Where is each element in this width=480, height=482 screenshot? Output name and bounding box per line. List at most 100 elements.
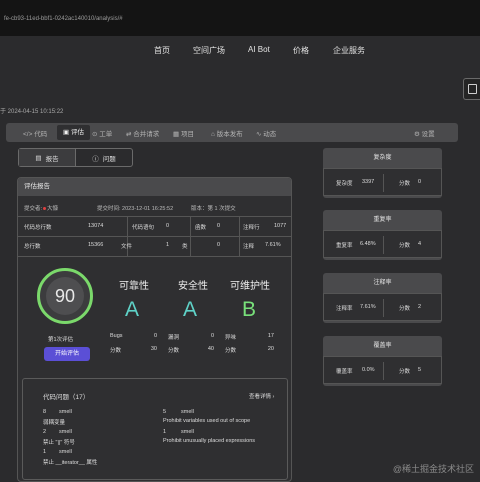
card-title: 注释率 <box>373 280 392 286</box>
card-title: 复杂度 <box>373 155 392 161</box>
card-right-label: 分数 <box>399 369 411 375</box>
issue-count: 1 <box>163 429 167 435</box>
duplication-card: 重复率 重复率 6.48% 分数 4 <box>323 210 442 260</box>
grade-reliability: A <box>125 298 140 321</box>
divider <box>383 236 384 254</box>
issue-desc[interactable]: 弱耦变量 <box>43 418 65 426</box>
issue-type: smell <box>181 409 194 415</box>
nav-pricing[interactable]: 价格 <box>293 45 309 56</box>
nav-ai-bot[interactable]: AI Bot <box>248 45 270 54</box>
top-nav: 首页 空间广场 AI Bot 价格 企业服务 <box>0 36 480 62</box>
metric-row-value: 0 <box>210 333 214 339</box>
submitter-avatar <box>43 206 47 210</box>
card-right-label: 分数 <box>399 306 411 312</box>
report-icon: ▤ <box>35 154 42 162</box>
metric-row-value: 0 <box>153 333 157 339</box>
card-left-label: 复杂度 <box>336 181 353 187</box>
stat-label: 代码总行数 <box>24 225 52 231</box>
stat-label: 注释 <box>243 244 255 250</box>
chevron-right-icon: › <box>272 394 275 400</box>
issue-desc[interactable]: 禁止 "||" 符号 <box>43 438 75 446</box>
nav-home[interactable]: 首页 <box>154 45 170 56</box>
card-body: 重复率 6.48% 分数 4 <box>323 230 442 258</box>
submitter: 提交者: 大慷 <box>24 206 59 212</box>
card-left-value: 6.48% <box>360 241 376 247</box>
merge-icon: ⇄ <box>126 131 132 138</box>
stat-label: 总行数 <box>24 244 41 250</box>
metric-row-value: 40 <box>207 346 214 352</box>
card-title: 重复率 <box>373 217 392 223</box>
edit-icon <box>468 84 477 94</box>
card-right-value: 0 <box>418 179 422 185</box>
project-icon: ▦ <box>173 131 180 138</box>
divider <box>383 174 384 192</box>
tab-releases[interactable]: ⌂ 版本发布 <box>211 128 243 138</box>
issue-desc[interactable]: 禁止 __iterator__ 属性 <box>43 458 97 466</box>
metric-row-label: 分数 <box>168 348 180 354</box>
issue-desc[interactable]: Prohibit unusually placed expressions <box>163 438 255 444</box>
divider <box>18 216 291 217</box>
tab-merge-requests[interactable]: ⇄ 合并请求 <box>126 128 159 138</box>
url-text[interactable]: fe-cb93-11ed-bbf1-0242ac140010/analysis/… <box>4 16 123 22</box>
tab-activity[interactable]: ∿ 动态 <box>256 128 276 138</box>
evaluation-report-panel: 评估报告 提交者: 大慷 提交时间: 2023-12-01 16:25:52 版本… <box>17 177 292 482</box>
card-left-label: 注释率 <box>336 306 353 312</box>
complexity-card: 复杂度 复杂度 3397 分数 0 <box>323 148 442 198</box>
card-body: 复杂度 3397 分数 0 <box>323 168 442 196</box>
code-icon: </> <box>23 131 33 138</box>
issue-count: 2 <box>43 429 47 435</box>
grade-security: A <box>183 298 198 321</box>
repo-tab-bar: </> 代码 ▣ 评估 ⊙ 工单 ⇄ 合并请求 ▦ 项目 ⌂ 版本发布 ∿ 动态… <box>6 123 458 142</box>
segment-issues[interactable]: ⓘ 问题 <box>76 149 132 166</box>
metric-row-label: Bugs <box>110 333 123 339</box>
divider <box>383 299 384 317</box>
issue-type: smell <box>59 409 72 415</box>
metric-row-value: 17 <box>267 333 274 339</box>
view-details-link[interactable]: 查看详情 › <box>249 392 274 400</box>
clipboard-icon: ▣ <box>63 129 70 136</box>
stat-value: 0 <box>166 223 170 229</box>
stat-value: 15366 <box>88 242 104 248</box>
card-right-label: 分数 <box>399 243 411 249</box>
tab-settings[interactable]: ⚙ 设置 <box>414 128 435 138</box>
metric-row-label: 分数 <box>225 348 237 354</box>
watermark: @稀土掘金技术社区 <box>392 464 474 474</box>
stat-label: 代码语句 <box>132 225 155 231</box>
card-left-label: 重复率 <box>336 243 353 249</box>
metric-maintainability-title: 可维护性 <box>230 281 270 292</box>
stat-value: 1 <box>166 242 170 248</box>
metric-row-label: 异味 <box>225 335 237 341</box>
divider <box>18 236 291 237</box>
tab-projects[interactable]: ▦ 项目 <box>173 128 194 138</box>
stat-label: 类 <box>182 244 188 250</box>
stat-label: 注释行 <box>243 225 260 231</box>
metric-row-value: 20 <box>267 346 274 352</box>
commit-date: 于 2024-04-15 10:15:22 <box>0 109 64 115</box>
nav-space-square[interactable]: 空间广场 <box>193 45 225 56</box>
report-title: 评估报告 <box>18 178 291 196</box>
evaluation-count: 第1次评估 <box>48 337 74 343</box>
stat-value: 13074 <box>88 223 104 229</box>
segment-report[interactable]: ▤ 报告 <box>19 149 76 166</box>
release-icon: ⌂ <box>211 131 215 138</box>
metric-row-label: 分数 <box>110 348 122 354</box>
nav-enterprise[interactable]: 企业服务 <box>333 45 365 56</box>
edit-button[interactable] <box>463 78 480 100</box>
card-right-value: 2 <box>418 304 422 310</box>
tab-evaluate[interactable]: ▣ 评估 <box>57 125 90 140</box>
view-switch: ▤ 报告 ⓘ 问题 <box>18 148 133 167</box>
stat-value: 1077 <box>274 223 287 229</box>
card-body: 注释率 7.61% 分数 2 <box>323 293 442 321</box>
tab-code[interactable]: </> 代码 <box>23 128 47 138</box>
browser-address-bar: fe-cb93-11ed-bbf1-0242ac140010/analysis/… <box>0 0 480 36</box>
gear-icon: ⚙ <box>414 131 420 138</box>
divider <box>383 362 384 380</box>
card-right-label: 分数 <box>399 181 411 187</box>
stat-label: 函数 <box>195 225 207 231</box>
tab-tickets[interactable]: ⊙ 工单 <box>92 128 112 138</box>
card-right-value: 4 <box>418 241 422 247</box>
start-evaluation-button[interactable]: 开始评估 <box>44 347 90 361</box>
issue-desc[interactable]: Prohibit variables used out of scope <box>163 418 250 424</box>
card-left-value: 3397 <box>362 179 375 185</box>
coverage-card: 覆盖率 覆盖率 0.0% 分数 5 <box>323 336 442 386</box>
